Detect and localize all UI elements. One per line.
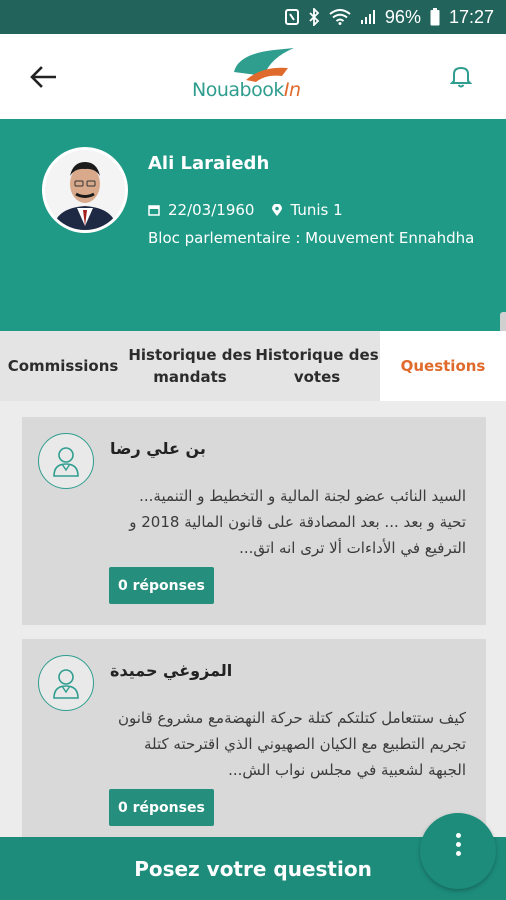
app-bar: NouabookIn [0, 34, 506, 119]
user-avatar-icon [38, 433, 94, 489]
deputy-meta: 22/03/1960 Tunis 1 [148, 201, 343, 219]
bell-icon [449, 66, 473, 88]
tab-commissions[interactable]: Commissions [4, 331, 122, 401]
questions-list: بن علي رضا السيد النائب عضو لجنة المالية… [0, 401, 506, 837]
birthdate: 22/03/1960 [168, 201, 255, 219]
tab-bar: Commissions Historique des mandats Histo… [0, 331, 506, 401]
signal-icon [360, 10, 375, 24]
nfc-icon [284, 9, 299, 25]
deputy-avatar [42, 147, 128, 233]
question-author: المزوغي حميدة [110, 661, 233, 680]
more-options-button[interactable] [420, 813, 496, 889]
calendar-icon [148, 205, 160, 216]
wifi-icon [329, 9, 351, 25]
user-avatar-icon [38, 655, 94, 711]
profile-header: Ali Laraiedh 22/03/1960 Tunis 1 Bloc par… [0, 119, 506, 331]
tab-questions[interactable]: Questions [384, 331, 502, 401]
logo-text: NouabookIn [192, 79, 301, 101]
tab-historique-votes[interactable]: Historique des votes [254, 331, 380, 401]
nouabook-logo: NouabookIn [186, 46, 326, 108]
question-card[interactable]: بن علي رضا السيد النائب عضو لجنة المالية… [22, 417, 486, 625]
location-pin-icon [272, 203, 283, 216]
notifications-button[interactable] [449, 64, 476, 90]
responses-button[interactable]: 0 réponses [109, 789, 214, 826]
clock: 17:27 [448, 6, 494, 27]
question-text: كيف ستتعامل كتلتكم كتلة حركة النهضةمع مش… [117, 709, 466, 779]
responses-button[interactable]: 0 réponses [109, 567, 214, 604]
tab-historique-mandats[interactable]: Historique des mandats [126, 331, 254, 401]
question-author: بن علي رضا [110, 439, 206, 458]
status-bar: 96% 17:27 [0, 0, 506, 34]
question-text: السيد النائب عضو لجنة المالية و التخطيط … [129, 487, 466, 557]
battery-icon [430, 8, 440, 26]
status-icons: 96% 17:27 [284, 0, 494, 34]
parliamentary-bloc: Bloc parlementaire : Mouvement Ennahdha [148, 229, 475, 247]
battery-percent: 96% [384, 6, 421, 27]
constituency: Tunis 1 [290, 201, 343, 219]
arrow-back-icon [30, 66, 56, 88]
deputy-name: Ali Laraiedh [148, 153, 270, 174]
bluetooth-icon [309, 8, 320, 26]
question-card[interactable]: المزوغي حميدة كيف ستتعامل كتلتكم كتلة حر… [22, 639, 486, 837]
person-photo-icon [45, 150, 125, 230]
more-vert-icon [455, 832, 461, 856]
back-button[interactable] [26, 60, 60, 94]
